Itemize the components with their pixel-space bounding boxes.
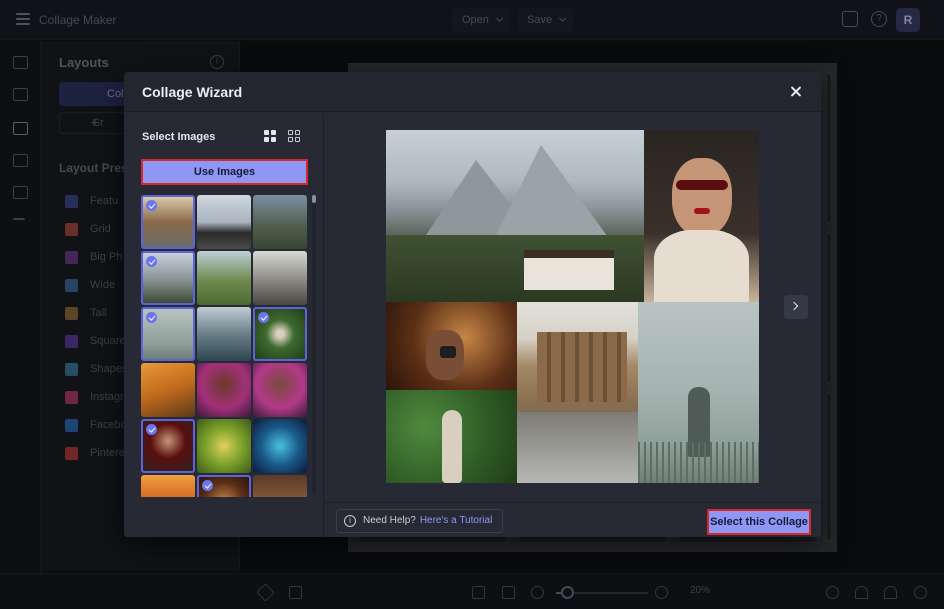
image-thumbnail[interactable] bbox=[141, 307, 195, 361]
collage-tile-camera[interactable] bbox=[386, 302, 517, 390]
selected-check-icon bbox=[146, 256, 157, 267]
use-images-button[interactable]: Use Images bbox=[141, 159, 308, 185]
close-icon[interactable] bbox=[787, 83, 805, 101]
image-thumbnail[interactable] bbox=[253, 419, 307, 473]
help-text: Need Help? bbox=[363, 515, 416, 526]
selected-check-icon bbox=[258, 312, 269, 323]
image-thumbnail[interactable] bbox=[253, 475, 307, 497]
image-thumbnail-grid bbox=[141, 195, 309, 497]
image-thumbnail[interactable] bbox=[197, 419, 251, 473]
collage-tile-portrait[interactable] bbox=[644, 130, 759, 302]
dialog-footer: i Need Help? Here's a Tutorial Select thi… bbox=[324, 502, 821, 537]
image-picker-pane: Select Images Use Images bbox=[124, 113, 324, 537]
colonnade-shape bbox=[537, 332, 627, 402]
tutorial-link[interactable]: Here's a Tutorial bbox=[420, 515, 493, 526]
selected-check-icon bbox=[146, 424, 157, 435]
image-thumbnail[interactable] bbox=[197, 363, 251, 417]
large-grid-view-icon[interactable] bbox=[264, 130, 276, 142]
dialog-header: Collage Wizard bbox=[124, 72, 821, 112]
collage-tile-architecture[interactable] bbox=[517, 302, 638, 483]
collage-preview bbox=[386, 130, 759, 483]
collage-tile-silhouette[interactable] bbox=[638, 302, 759, 483]
info-circle-icon: i bbox=[344, 515, 356, 527]
scrollbar-thumb[interactable] bbox=[312, 195, 316, 203]
help-tutorial-link[interactable]: i Need Help? Here's a Tutorial bbox=[336, 509, 503, 533]
selected-check-icon bbox=[146, 312, 157, 323]
image-thumbnail[interactable] bbox=[197, 475, 251, 497]
collage-wizard-dialog: Collage Wizard Select Images Use Images bbox=[124, 72, 821, 537]
image-thumbnail[interactable] bbox=[141, 475, 195, 497]
statue-shape bbox=[442, 410, 462, 483]
image-thumbnail[interactable] bbox=[141, 419, 195, 473]
reflection-pool-shape bbox=[517, 412, 638, 483]
selected-check-icon bbox=[146, 200, 157, 211]
collage-tile-statue[interactable] bbox=[386, 390, 517, 483]
sunglasses-shape bbox=[676, 180, 728, 190]
image-thumbnail[interactable] bbox=[197, 251, 251, 305]
select-collage-button[interactable]: Select this Collage bbox=[707, 509, 811, 535]
lips-shape bbox=[694, 208, 710, 214]
thumbnail-scrollbar[interactable] bbox=[312, 195, 316, 495]
image-thumbnail[interactable] bbox=[141, 251, 195, 305]
dialog-title: Collage Wizard bbox=[142, 84, 243, 100]
image-thumbnail[interactable] bbox=[141, 363, 195, 417]
image-thumbnail[interactable] bbox=[197, 195, 251, 249]
image-thumbnail[interactable] bbox=[141, 195, 195, 249]
image-thumbnail[interactable] bbox=[253, 363, 307, 417]
camera-shape bbox=[440, 346, 456, 358]
face-shape bbox=[672, 158, 732, 236]
image-thumbnail[interactable] bbox=[253, 195, 307, 249]
grass-shape bbox=[638, 442, 759, 483]
selected-check-icon bbox=[202, 480, 213, 491]
scarf-shape bbox=[654, 230, 749, 302]
select-images-label: Select Images bbox=[142, 131, 216, 143]
small-grid-view-icon[interactable] bbox=[288, 130, 300, 142]
next-layout-button[interactable] bbox=[784, 295, 808, 319]
image-thumbnail[interactable] bbox=[253, 307, 307, 361]
image-thumbnail[interactable] bbox=[197, 307, 251, 361]
chalet-shape bbox=[524, 250, 614, 290]
collage-tile-mountains[interactable] bbox=[386, 130, 644, 302]
image-thumbnail[interactable] bbox=[253, 251, 307, 305]
